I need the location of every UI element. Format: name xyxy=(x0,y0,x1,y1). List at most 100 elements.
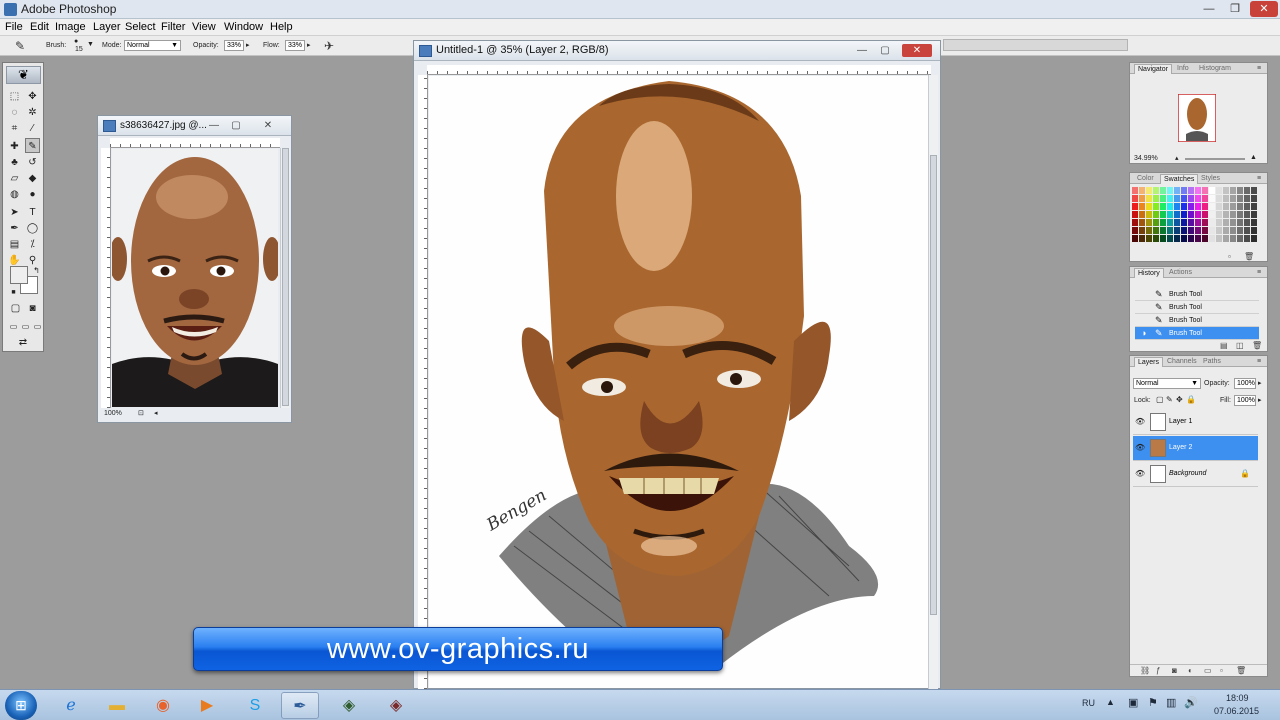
brush-tool-icon[interactable]: ✎ xyxy=(25,138,40,153)
layer-row[interactable]: 👁 Layer 1 xyxy=(1133,410,1258,435)
eraser-tool-icon[interactable]: ▱ xyxy=(7,171,22,186)
new-swatch-icon[interactable]: ▫ xyxy=(1228,252,1231,262)
swatch[interactable] xyxy=(1223,219,1229,226)
swatch[interactable] xyxy=(1216,187,1222,194)
swatch[interactable] xyxy=(1244,219,1250,226)
jump-to-imageready-icon[interactable]: ⇄ xyxy=(8,335,38,350)
swatch[interactable] xyxy=(1230,211,1236,218)
swatch[interactable] xyxy=(1216,219,1222,226)
swatch[interactable] xyxy=(1202,227,1208,234)
history-item-selected[interactable]: ◑ ✎ Brush Tool xyxy=(1135,327,1259,340)
action-center-icon[interactable]: ⚑ xyxy=(1148,696,1158,709)
panel-menu-icon[interactable]: ≡ xyxy=(1254,269,1264,276)
swatch[interactable] xyxy=(1174,187,1180,194)
blend-mode-select[interactable]: Normal ▼ xyxy=(1133,378,1201,389)
new-snapshot-icon[interactable]: ◫ xyxy=(1236,341,1244,351)
swatch[interactable] xyxy=(1153,211,1159,218)
close-button[interactable]: ✕ xyxy=(1250,1,1278,17)
type-tool-icon[interactable]: T xyxy=(25,205,40,220)
blur-tool-icon[interactable]: ◍ xyxy=(7,187,22,202)
menu-file[interactable]: File xyxy=(5,20,23,34)
brush-size[interactable]: 15 xyxy=(75,46,83,53)
swatch[interactable] xyxy=(1167,195,1173,202)
swatch[interactable] xyxy=(1139,187,1145,194)
swatch[interactable] xyxy=(1195,203,1201,210)
swatch[interactable] xyxy=(1195,211,1201,218)
video-app-icon[interactable]: ◈ xyxy=(377,692,415,719)
swatch[interactable] xyxy=(1188,235,1194,242)
swatch[interactable] xyxy=(1153,187,1159,194)
navigator-zoom[interactable]: 34.99% xyxy=(1134,155,1158,162)
healing-brush-tool-icon[interactable]: ✚ xyxy=(7,139,22,154)
swatch[interactable] xyxy=(1223,203,1229,210)
layer-row[interactable]: 👁 Background 🔒 xyxy=(1133,462,1258,487)
zoom-out-icon[interactable]: ▴ xyxy=(1175,154,1179,162)
new-group-icon[interactable]: ▭ xyxy=(1204,666,1212,676)
swatch[interactable] xyxy=(1230,203,1236,210)
swatch[interactable] xyxy=(1188,187,1194,194)
pen-tool-icon[interactable]: ✒ xyxy=(7,221,22,236)
swatch[interactable] xyxy=(1244,203,1250,210)
opacity-arrow-icon[interactable]: ▸ xyxy=(246,41,250,49)
swatch[interactable] xyxy=(1202,219,1208,226)
menu-view[interactable]: View xyxy=(192,20,216,34)
tab-channels[interactable]: Channels xyxy=(1164,357,1200,367)
tab-layers[interactable]: Layers xyxy=(1134,357,1164,367)
swatch[interactable] xyxy=(1251,195,1257,202)
path-selection-tool-icon[interactable]: ➤ xyxy=(7,205,22,220)
swatch[interactable] xyxy=(1223,227,1229,234)
swatch[interactable] xyxy=(1195,219,1201,226)
swatch-grid[interactable] xyxy=(1132,187,1258,251)
swatch[interactable] xyxy=(1139,203,1145,210)
default-colors-icon[interactable]: ■ xyxy=(6,285,21,300)
zoom-in-icon[interactable]: ▲ xyxy=(1250,154,1257,161)
delete-state-icon[interactable]: 🗑 xyxy=(1252,341,1262,351)
swatch[interactable] xyxy=(1230,195,1236,202)
swatch[interactable] xyxy=(1181,195,1187,202)
crop-tool-icon[interactable]: ⌗ xyxy=(7,121,22,136)
tab-styles[interactable]: Styles xyxy=(1198,174,1223,184)
mode-select[interactable]: Normal ▼ xyxy=(124,40,181,51)
foreground-color-swatch[interactable] xyxy=(10,266,28,284)
doc-maximize-button[interactable]: ▢ xyxy=(877,44,893,57)
swatch[interactable] xyxy=(1202,211,1208,218)
swatch[interactable] xyxy=(1230,187,1236,194)
swatch[interactable] xyxy=(1237,195,1243,202)
swatch[interactable] xyxy=(1139,235,1145,242)
network-icon[interactable]: ▥ xyxy=(1166,696,1176,709)
history-item[interactable]: ✎ Brush Tool xyxy=(1135,314,1259,327)
swatch[interactable] xyxy=(1237,227,1243,234)
swatch[interactable] xyxy=(1223,195,1229,202)
swatch[interactable] xyxy=(1244,211,1250,218)
swatch[interactable] xyxy=(1195,235,1201,242)
lock-transparency-icon[interactable]: ▢ xyxy=(1156,395,1164,404)
new-layer-icon[interactable]: ▫ xyxy=(1220,666,1223,676)
quick-mask-icon[interactable]: ◙ xyxy=(25,301,40,316)
clone-stamp-tool-icon[interactable]: ♣ xyxy=(7,155,22,170)
swatch[interactable] xyxy=(1132,203,1138,210)
swatch[interactable] xyxy=(1244,235,1250,242)
swatch[interactable] xyxy=(1195,187,1201,194)
swatch[interactable] xyxy=(1167,219,1173,226)
swatch[interactable] xyxy=(1216,203,1222,210)
tab-paths[interactable]: Paths xyxy=(1200,357,1224,367)
swatch[interactable] xyxy=(1146,219,1152,226)
swatch[interactable] xyxy=(1237,187,1243,194)
swatch[interactable] xyxy=(1146,227,1152,234)
start-button[interactable]: ⊞ xyxy=(5,691,37,720)
swatch[interactable] xyxy=(1188,227,1194,234)
status-menu-icon[interactable]: ⊡ xyxy=(138,409,144,417)
volume-icon[interactable]: 🔊 xyxy=(1184,696,1198,709)
layer-mask-icon[interactable]: ◙ xyxy=(1172,666,1177,676)
swatch[interactable] xyxy=(1251,211,1257,218)
swatch[interactable] xyxy=(1174,227,1180,234)
eye-icon[interactable]: 👁 xyxy=(1135,469,1145,478)
swatch[interactable] xyxy=(1160,235,1166,242)
standard-mode-icon[interactable]: ▢ xyxy=(8,301,23,316)
fill-arrow-icon[interactable]: ▸ xyxy=(1258,396,1262,404)
lock-image-icon[interactable]: ✎ xyxy=(1166,395,1173,404)
airbrush-icon[interactable]: ✈ xyxy=(322,39,336,53)
swatch[interactable] xyxy=(1132,195,1138,202)
tray-app-icon[interactable]: ▣ xyxy=(1128,696,1138,709)
swap-colors-icon[interactable]: ↰ xyxy=(29,263,44,278)
